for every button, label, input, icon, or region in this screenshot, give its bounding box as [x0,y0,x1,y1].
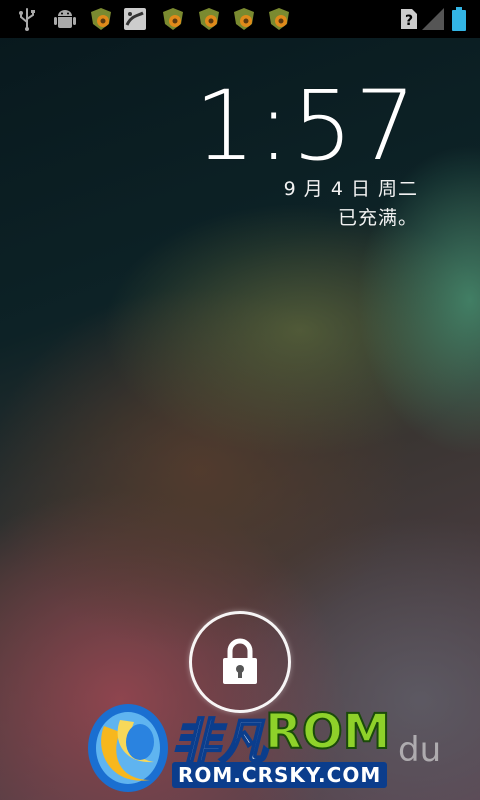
watermark-brand-rom: ROM [264,703,392,761]
lock-screen: ? 1:57 9 月 4 日 周二 已充满。 非凡 ROM du ROM.CRS… [0,0,480,800]
app-notification-icon [196,6,222,32]
app-notification-icon [231,6,257,32]
status-bar: ? [0,0,480,38]
app-notification-icon [160,6,186,32]
watermark-url: ROM.CRSKY.COM [172,762,388,788]
image-notification-icon [122,6,148,32]
svg-text:?: ? [405,13,413,29]
no-sim-icon: ? [396,6,422,32]
usb-icon [14,6,40,32]
lock-icon [220,638,260,686]
watermark-logo-icon [88,704,168,792]
app-notification-icon [88,6,114,32]
battery-icon [450,6,468,32]
charge-status-text: 已充满。 [337,207,418,229]
watermark: 非凡 ROM du ROM.CRSKY.COM [80,696,480,800]
app-notification-icon [266,6,292,32]
signal-icon [420,6,446,32]
watermark-partial-text: du [398,730,442,770]
clock-time: 1:57 [194,70,418,182]
android-debug-icon [52,6,78,32]
date-text: 9 月 4 日 周二 [283,178,418,200]
